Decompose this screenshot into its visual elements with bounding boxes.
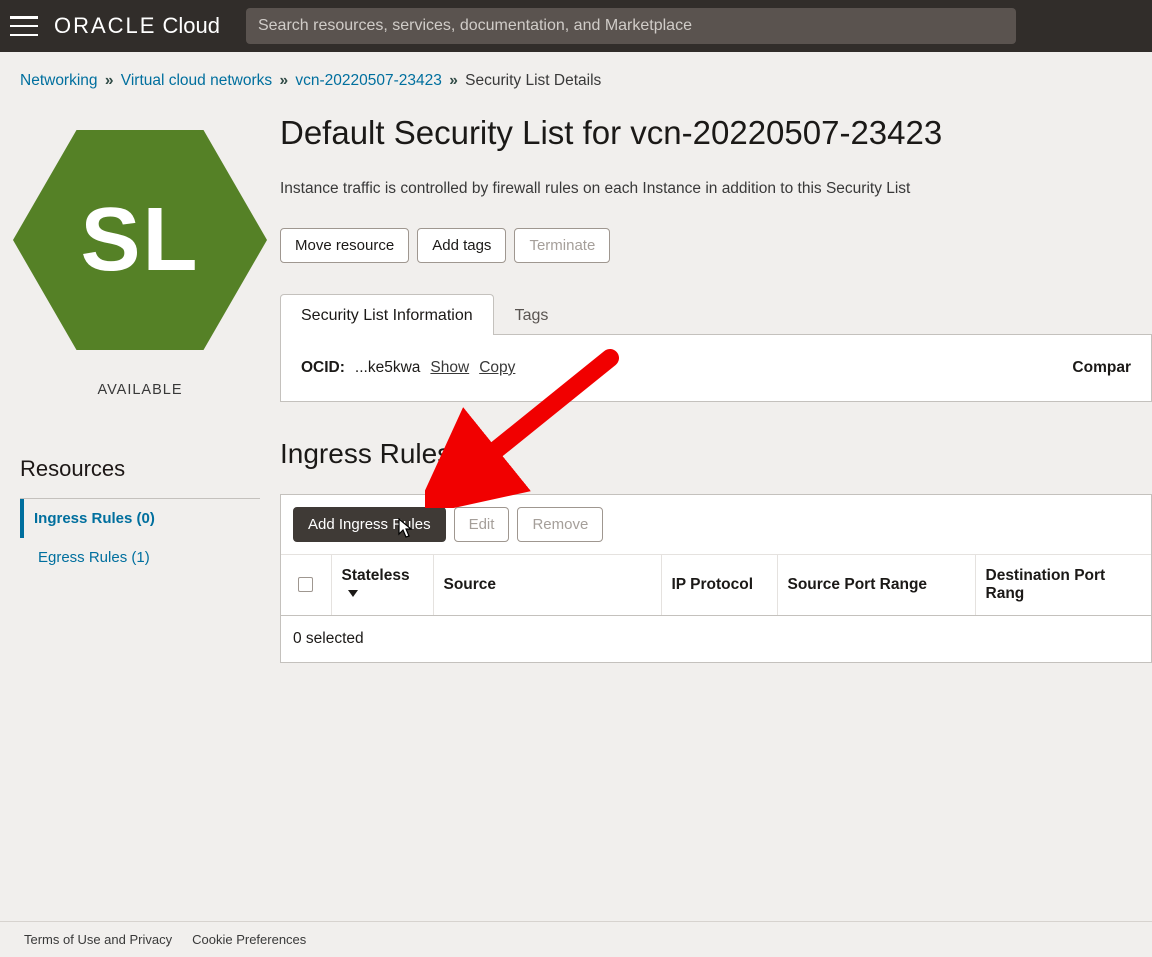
col-source-port-range[interactable]: Source Port Range xyxy=(777,555,975,616)
ingress-toolbar: Add Ingress Rules Edit Remove xyxy=(281,495,1151,555)
add-tags-button[interactable]: Add tags xyxy=(417,228,506,263)
tab-bar: Security List Information Tags xyxy=(280,293,1152,335)
action-button-row: Move resource Add tags Terminate xyxy=(280,228,1152,263)
table-header-row: Stateless Source IP Protocol Source Port… xyxy=(281,555,1151,616)
ocid-value: ...ke5kwa xyxy=(355,359,420,377)
page-description: Instance traffic is controlled by firewa… xyxy=(280,180,1152,198)
tab-tags[interactable]: Tags xyxy=(494,294,570,335)
remove-button[interactable]: Remove xyxy=(517,507,603,542)
col-ip-protocol[interactable]: IP Protocol xyxy=(661,555,777,616)
brand-cloud-text: Cloud xyxy=(162,13,219,39)
breadcrumb-current: Security List Details xyxy=(465,72,601,89)
ocid-show-link[interactable]: Show xyxy=(430,359,469,377)
footer-cookies-link[interactable]: Cookie Preferences xyxy=(192,932,306,947)
footer: Terms of Use and Privacy Cookie Preferen… xyxy=(0,921,1152,957)
menu-icon[interactable] xyxy=(10,16,38,36)
terminate-button[interactable]: Terminate xyxy=(514,228,610,263)
move-resource-button[interactable]: Move resource xyxy=(280,228,409,263)
resources-heading: Resources xyxy=(20,456,260,499)
page-title: Default Security List for vcn-20220507-2… xyxy=(280,114,1152,152)
resource-hexagon-icon: SL xyxy=(13,130,267,350)
selected-count: 0 selected xyxy=(281,616,1151,663)
hexagon-initials: SL xyxy=(80,189,199,292)
search-input[interactable] xyxy=(246,8,1016,44)
ingress-table-container: Add Ingress Rules Edit Remove Stateless … xyxy=(280,494,1152,663)
breadcrumb-vcn-list[interactable]: Virtual cloud networks xyxy=(121,72,272,89)
top-bar: ORACLE Cloud xyxy=(0,0,1152,52)
add-ingress-rules-button[interactable]: Add Ingress Rules xyxy=(293,507,446,542)
brand-oracle-text: ORACLE xyxy=(54,13,156,39)
breadcrumb-vcn[interactable]: vcn-20220507-23423 xyxy=(295,72,442,89)
main-content: Default Security List for vcn-20220507-2… xyxy=(280,114,1152,683)
resource-status: AVAILABLE xyxy=(97,382,182,398)
sidebar-item-egress-rules[interactable]: Egress Rules (1) xyxy=(20,538,260,577)
col-source[interactable]: Source xyxy=(433,555,661,616)
sidebar-item-ingress-rules[interactable]: Ingress Rules (0) xyxy=(20,499,260,538)
breadcrumb-networking[interactable]: Networking xyxy=(20,72,98,89)
breadcrumb: Networking » Virtual cloud networks » vc… xyxy=(0,52,1152,114)
col-dest-port-range[interactable]: Destination Port Rang xyxy=(975,555,1151,616)
left-column: SL AVAILABLE Resources Ingress Rules (0)… xyxy=(0,114,280,597)
compartment-label: Compar xyxy=(1072,359,1131,377)
ingress-table: Stateless Source IP Protocol Source Port… xyxy=(281,555,1151,662)
col-stateless[interactable]: Stateless xyxy=(331,555,433,616)
tab-panel-info: OCID: ...ke5kwa Show Copy Compar xyxy=(280,335,1152,402)
sort-caret-down-icon xyxy=(348,590,358,597)
search-container xyxy=(246,8,1016,44)
table-empty-row: 0 selected xyxy=(281,616,1151,663)
edit-button[interactable]: Edit xyxy=(454,507,510,542)
breadcrumb-sep-icon: » xyxy=(449,72,458,89)
select-all-checkbox[interactable] xyxy=(298,577,313,592)
brand-logo[interactable]: ORACLE Cloud xyxy=(54,13,220,39)
tab-security-list-info[interactable]: Security List Information xyxy=(280,294,494,335)
footer-terms-link[interactable]: Terms of Use and Privacy xyxy=(24,932,172,947)
ocid-label: OCID: xyxy=(301,359,345,377)
breadcrumb-sep-icon: » xyxy=(105,72,114,89)
ocid-copy-link[interactable]: Copy xyxy=(479,359,515,377)
ingress-heading: Ingress Rules xyxy=(280,438,1152,470)
breadcrumb-sep-icon: » xyxy=(279,72,288,89)
